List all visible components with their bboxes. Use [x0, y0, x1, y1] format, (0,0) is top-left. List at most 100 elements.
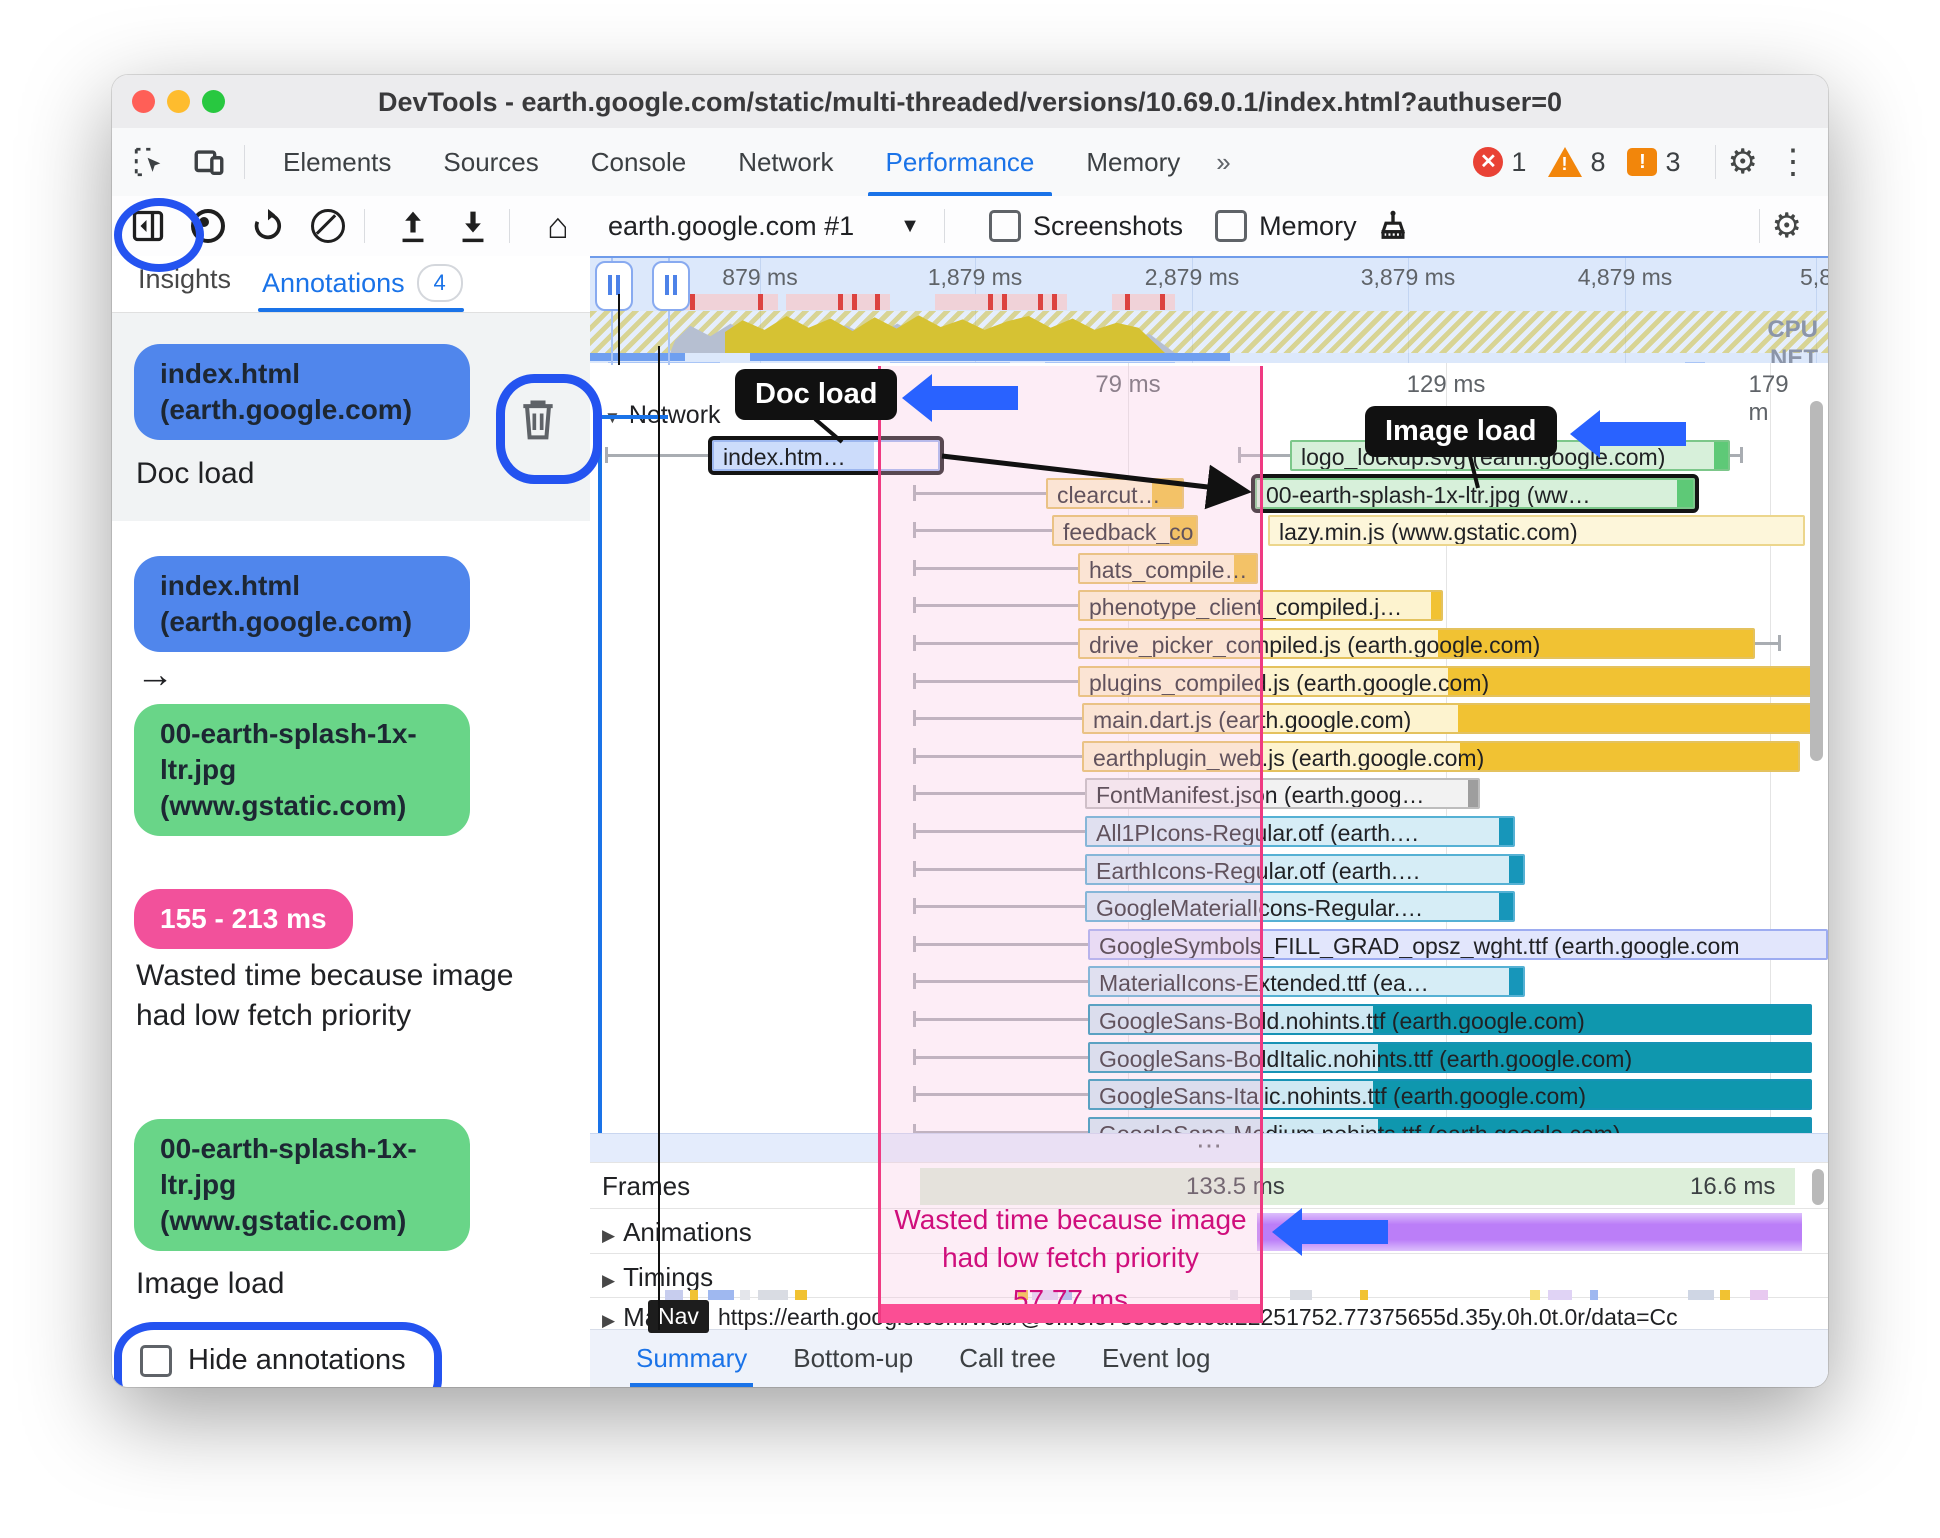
- long-task-tick: [1002, 294, 1007, 310]
- toggle-sidebar-icon[interactable]: [124, 202, 172, 250]
- network-request-bar[interactable]: EarthIcons-Regular.otf (earth.…: [1085, 853, 1525, 885]
- inspect-element-icon[interactable]: [126, 139, 172, 185]
- frames-track[interactable]: Frames 133.5 ms 16.6 ms: [590, 1162, 1828, 1209]
- main-activity-mark: [665, 1290, 683, 1300]
- network-request-bar[interactable]: drive_picker_compiled.js (earth.google.c…: [1078, 628, 1755, 659]
- tab-performance[interactable]: Performance: [860, 128, 1061, 196]
- doc-load-flag[interactable]: Doc load: [735, 369, 898, 420]
- tab-annotations[interactable]: Annotations 4: [262, 264, 463, 302]
- network-request-bar[interactable]: hats_compile…: [1078, 552, 1258, 584]
- expand-triangle-icon[interactable]: ▶: [602, 1271, 615, 1290]
- tab-network[interactable]: Network: [712, 128, 859, 196]
- request-whisker-tick: [913, 1086, 916, 1103]
- performance-toolbar: ⌂ earth.google.com #1 ▼ Screenshots Memor…: [112, 196, 1828, 257]
- network-request-bar[interactable]: GoogleSymbols_FILL_GRAD_opsz_wght.ttf (e…: [1088, 928, 1828, 960]
- devtools-window: DevTools - earth.google.com/static/multi…: [112, 75, 1828, 1387]
- upload-profile-icon[interactable]: [389, 202, 437, 250]
- network-request-bar[interactable]: main.dart.js (earth.google.com): [1082, 703, 1812, 735]
- network-track-ellipsis[interactable]: ⋯: [590, 1132, 1828, 1163]
- annotation-pill-index-html[interactable]: index.html (earth.google.com): [134, 344, 470, 440]
- tab-memory[interactable]: Memory: [1060, 128, 1206, 196]
- network-request-bar[interactable]: index.htm…: [708, 436, 944, 475]
- tab-console[interactable]: Console: [565, 128, 712, 196]
- network-request-bar[interactable]: FontManifest.json (earth.goog…: [1085, 778, 1480, 810]
- memory-checkbox-box[interactable]: [1215, 210, 1248, 242]
- network-request-bar[interactable]: GoogleSans-Bold.nohints.ttf (earth.googl…: [1088, 1004, 1812, 1035]
- record-icon[interactable]: [184, 202, 232, 250]
- annotation-pill-index-html-2[interactable]: index.html (earth.google.com): [134, 556, 470, 652]
- network-request-bar[interactable]: feedback_co…: [1052, 515, 1198, 547]
- macos-titlebar: DevTools - earth.google.com/static/multi…: [112, 75, 1828, 129]
- network-request-bar[interactable]: GoogleSans-BoldItalic.nohints.ttf (earth…: [1088, 1041, 1812, 1073]
- main-activity-mark: [690, 1290, 698, 1300]
- reload-and-record-icon[interactable]: [244, 202, 292, 250]
- zoom-window-left-handle[interactable]: [595, 261, 633, 311]
- network-request-bar[interactable]: plugins_compiled.js (earth.google.com): [1078, 665, 1812, 697]
- clear-recording-icon[interactable]: [304, 202, 352, 250]
- settings-gear-icon[interactable]: ⚙: [1728, 142, 1758, 182]
- network-request-bar[interactable]: MaterialIcons-Extended.ttf (ea…: [1088, 966, 1525, 998]
- image-load-flag[interactable]: Image load: [1365, 406, 1557, 457]
- memory-checkbox[interactable]: Memory: [1215, 210, 1357, 242]
- error-badge[interactable]: ✕ 1: [1473, 147, 1526, 178]
- tab-call-tree[interactable]: Call tree: [959, 1330, 1056, 1387]
- download-profile-icon[interactable]: [449, 202, 497, 250]
- screenshots-checkbox[interactable]: Screenshots: [988, 210, 1183, 242]
- request-whisker-tick: [913, 484, 916, 501]
- annotation-pill-splash-jpg-2[interactable]: 00-earth-splash-1x-ltr.jpg (www.gstatic.…: [134, 1119, 470, 1251]
- request-whisker-tick: [913, 1011, 916, 1027]
- hide-annotations-checkbox-box[interactable]: [140, 1344, 172, 1377]
- animations-track-label[interactable]: ▶ Animations: [602, 1217, 752, 1248]
- main-activity-mark: [1018, 1290, 1028, 1300]
- frames-scrollbar-thumb[interactable]: [1812, 1169, 1824, 1205]
- network-request-bar[interactable]: GoogleSans-Italic.nohints.ttf (earth.goo…: [1088, 1079, 1812, 1111]
- network-request-bar[interactable]: earthplugin_web.js (earth.google.com): [1082, 740, 1800, 772]
- network-request-bar[interactable]: GoogleMaterialIcons-Regular.…: [1085, 891, 1515, 923]
- timeline-overview[interactable]: 879 ms 1,879 ms 2,879 ms 3,879 ms 4,879 ms 5,…: [590, 256, 1828, 365]
- kebab-menu-icon[interactable]: ⋮: [1776, 142, 1810, 182]
- expand-triangle-icon[interactable]: ▶: [602, 1311, 615, 1330]
- long-task-tick: [690, 294, 695, 310]
- divider: [943, 209, 945, 243]
- annotation-pill-splash-jpg[interactable]: 00-earth-splash-1x-ltr.jpg (www.gstatic.…: [134, 704, 470, 836]
- capture-settings-gear-icon[interactable]: ⚙: [1772, 206, 1802, 246]
- hide-annotations-checkbox[interactable]: Hide annotations: [140, 1344, 406, 1377]
- tab-elements[interactable]: Elements: [257, 128, 417, 196]
- request-whisker-tick: [1238, 447, 1241, 463]
- network-track[interactable]: 79 ms129 ms179 m ▼Network index.htm…logo…: [590, 363, 1828, 1133]
- warning-badge[interactable]: ! 8: [1548, 147, 1605, 178]
- network-scrollbar-thumb[interactable]: [1810, 401, 1823, 761]
- expand-triangle-icon[interactable]: ▶: [602, 1226, 615, 1245]
- annotation-pill-time-range[interactable]: 155 - 213 ms: [134, 889, 353, 949]
- network-request-bar[interactable]: All1PIcons-Regular.otf (earth.…: [1085, 816, 1515, 847]
- tab-sources[interactable]: Sources: [417, 128, 564, 196]
- request-whisker-tick: [913, 635, 916, 651]
- device-toolbar-icon[interactable]: [186, 139, 232, 185]
- issues-badge[interactable]: ! 3: [1627, 147, 1681, 178]
- screenshots-checkbox-box[interactable]: [988, 210, 1021, 242]
- network-request-bar[interactable]: lazy.min.js (www.gstatic.com): [1268, 515, 1805, 547]
- main-thread-track[interactable]: ▶ Ma Nav https://earth.google.com/web/@0.…: [590, 1290, 1828, 1333]
- main-playhead[interactable]: [658, 346, 660, 1330]
- request-whisker: [913, 566, 1078, 570]
- network-request-bar[interactable]: phenotype_client_compiled.j…: [1078, 590, 1443, 622]
- tab-insights[interactable]: Insights: [138, 264, 231, 295]
- network-request-bar[interactable]: GoogleSans-Medium.nohints.ttf (earth.goo…: [1088, 1116, 1812, 1133]
- tab-event-log[interactable]: Event log: [1102, 1330, 1210, 1387]
- tab-bottom-up[interactable]: Bottom-up: [793, 1330, 913, 1387]
- animations-track[interactable]: ▶ Animations: [590, 1208, 1828, 1254]
- home-icon[interactable]: ⌂: [534, 202, 582, 250]
- zoom-window-right-handle[interactable]: [652, 261, 690, 311]
- net-label: NET: [1770, 345, 1818, 365]
- more-panels-icon[interactable]: »: [1206, 147, 1240, 178]
- network-request-bar[interactable]: 00-earth-splash-1x-ltr.jpg (ww…: [1251, 473, 1699, 513]
- network-request-bar[interactable]: clearcut…: [1046, 477, 1184, 509]
- frames-bar[interactable]: [920, 1168, 1795, 1205]
- request-download-cap: [1431, 592, 1441, 620]
- screenshot-strip-segment: [935, 294, 1067, 310]
- frame-duration-label: 133.5 ms: [1186, 1173, 1285, 1200]
- delete-annotation-button[interactable]: [516, 394, 568, 450]
- tab-summary[interactable]: Summary: [629, 1330, 754, 1387]
- garbage-collect-icon[interactable]: [1369, 202, 1417, 250]
- target-selector[interactable]: earth.google.com #1 ▼: [608, 211, 920, 242]
